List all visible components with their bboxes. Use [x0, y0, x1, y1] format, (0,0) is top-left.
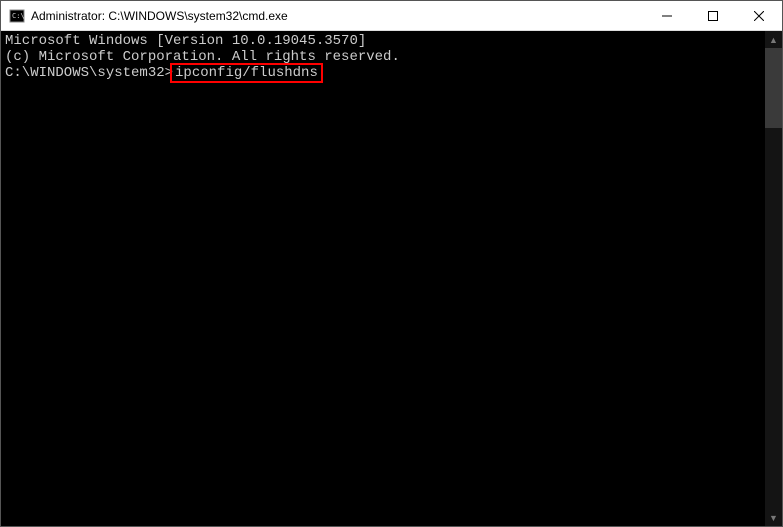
window-controls	[644, 1, 782, 30]
command-highlight: ipconfig/flushdns	[170, 63, 323, 83]
cmd-window: C:\ Administrator: C:\WINDOWS\system32\c…	[0, 0, 783, 527]
command-text: ipconfig/flushdns	[175, 65, 318, 81]
maximize-button[interactable]	[690, 1, 736, 30]
close-button[interactable]	[736, 1, 782, 30]
terminal-area: Microsoft Windows [Version 10.0.19045.35…	[1, 31, 782, 526]
prompt-line: C:\WINDOWS\system32>ipconfig/flushdns	[5, 65, 761, 81]
output-line: (c) Microsoft Corporation. All rights re…	[5, 49, 761, 65]
scroll-up-icon[interactable]: ▲	[765, 31, 782, 48]
terminal[interactable]: Microsoft Windows [Version 10.0.19045.35…	[1, 31, 765, 526]
titlebar[interactable]: C:\ Administrator: C:\WINDOWS\system32\c…	[1, 1, 782, 31]
scroll-down-icon[interactable]: ▼	[765, 509, 782, 526]
minimize-button[interactable]	[644, 1, 690, 30]
window-title: Administrator: C:\WINDOWS\system32\cmd.e…	[31, 9, 644, 23]
svg-text:C:\: C:\	[12, 12, 25, 20]
prompt: C:\WINDOWS\system32>	[5, 65, 173, 81]
output-line: Microsoft Windows [Version 10.0.19045.35…	[5, 33, 761, 49]
vertical-scrollbar[interactable]: ▲ ▼	[765, 31, 782, 526]
cmd-icon: C:\	[9, 8, 25, 24]
scrollbar-thumb[interactable]	[765, 48, 782, 128]
